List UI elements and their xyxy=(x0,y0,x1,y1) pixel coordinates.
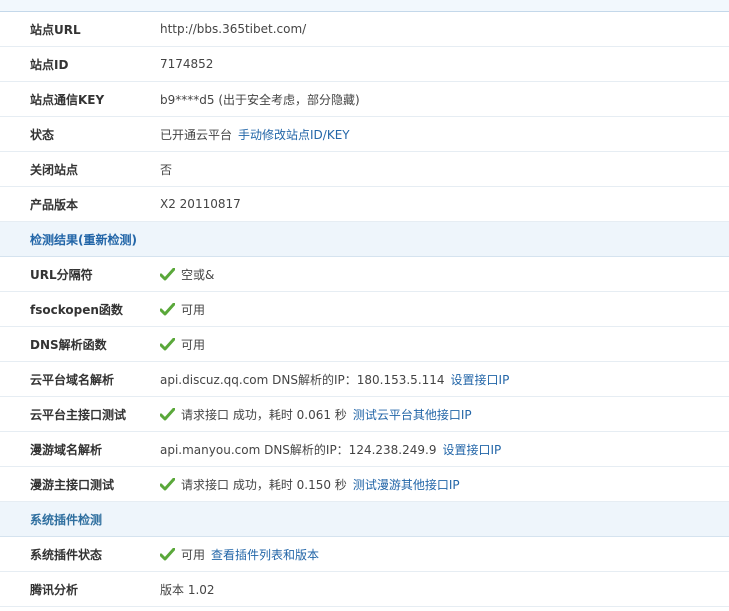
row-site-key: 站点通信KEY b9****d5 (出于安全考虑，部分隐藏) xyxy=(0,82,729,117)
dns-value: 可用 xyxy=(181,337,206,352)
row-cloud-dns: 云平台域名解析 api.discuz.qq.com DNS解析的IP：180.1… xyxy=(0,362,729,397)
site-id-value: 7174852 xyxy=(160,57,214,71)
row-tencent-analytics: 腾讯分析 版本 1.02 xyxy=(0,572,729,607)
cloud-dns-value: api.discuz.qq.com DNS解析的IP：180.153.5.114 xyxy=(160,372,445,387)
dns-label: DNS解析函数 xyxy=(30,337,107,352)
section-detect-results: 检测结果(重新检测) xyxy=(0,222,729,257)
cloud-dns-label: 云平台域名解析 xyxy=(30,372,115,387)
test-manyou-other-ip-link[interactable]: 测试漫游其他接口IP xyxy=(353,476,460,493)
check-icon xyxy=(160,547,175,560)
info-table: 站点URL http://bbs.365tibet.com/ 站点ID 7174… xyxy=(0,12,729,607)
edit-site-key-link[interactable]: 手动修改站点ID/KEY xyxy=(238,126,350,143)
manyou-api-label: 漫游主接口测试 xyxy=(30,477,115,492)
section-plugin-check: 系统插件检测 xyxy=(0,502,729,537)
set-cloud-ip-link[interactable]: 设置接口IP xyxy=(451,371,510,388)
check-icon xyxy=(160,407,175,420)
view-plugin-list-link[interactable]: 查看插件列表和版本 xyxy=(211,546,319,563)
fsockopen-value-group: 可用 xyxy=(160,301,205,318)
row-cloud-api: 云平台主接口测试 请求接口 成功，耗时 0.061 秒 测试云平台其他接口IP xyxy=(0,397,729,432)
row-site-url: 站点URL http://bbs.365tibet.com/ xyxy=(0,12,729,47)
top-bar xyxy=(0,0,729,12)
url-separator-value-group: 空或& xyxy=(160,266,214,283)
recheck-link[interactable]: 检测结果(重新检测) xyxy=(30,231,137,248)
row-site-id: 站点ID 7174852 xyxy=(0,47,729,82)
row-manyou-dns: 漫游域名解析 api.manyou.com DNS解析的IP：124.238.2… xyxy=(0,432,729,467)
url-separator-value: 空或& xyxy=(181,267,215,282)
row-close-site: 关闭站点 否 xyxy=(0,152,729,187)
check-icon xyxy=(160,267,175,280)
row-url-separator: URL分隔符 空或& xyxy=(0,257,729,292)
fsockopen-value: 可用 xyxy=(181,302,206,317)
row-product-version: 产品版本 X2 20110817 xyxy=(0,187,729,222)
check-icon xyxy=(160,477,175,490)
row-manyou-api: 漫游主接口测试 请求接口 成功，耗时 0.150 秒 测试漫游其他接口IP xyxy=(0,467,729,502)
manyou-api-value: 请求接口 成功，耗时 0.150 秒 xyxy=(181,477,347,492)
tencent-analytics-value: 版本 1.02 xyxy=(160,582,215,597)
product-version-value: X2 20110817 xyxy=(160,197,241,211)
test-cloud-other-ip-link[interactable]: 测试云平台其他接口IP xyxy=(353,406,472,423)
site-url-label: 站点URL xyxy=(30,22,81,37)
set-manyou-ip-link[interactable]: 设置接口IP xyxy=(442,441,501,458)
site-key-label: 站点通信KEY xyxy=(30,92,105,107)
tencent-analytics-label: 腾讯分析 xyxy=(30,582,79,597)
plugin-check-title: 系统插件检测 xyxy=(30,512,103,527)
site-key-value: b9****d5 (出于安全考虑，部分隐藏) xyxy=(160,92,360,107)
row-fsockopen: fsockopen函数 可用 xyxy=(0,292,729,327)
fsockopen-label: fsockopen函数 xyxy=(30,302,123,317)
dns-value-group: 可用 xyxy=(160,336,205,353)
plugin-status-value: 可用 xyxy=(181,547,206,562)
cloud-api-label: 云平台主接口测试 xyxy=(30,407,127,422)
plugin-status-label: 系统插件状态 xyxy=(30,547,103,562)
manyou-api-value-group: 请求接口 成功，耗时 0.150 秒 测试漫游其他接口IP xyxy=(160,476,460,493)
manyou-dns-value-group: api.manyou.com DNS解析的IP：124.238.249.9 设置… xyxy=(160,441,501,458)
status-value: 已开通云平台 xyxy=(160,127,233,142)
row-dns: DNS解析函数 可用 xyxy=(0,327,729,362)
page: 站点URL http://bbs.365tibet.com/ 站点ID 7174… xyxy=(0,0,729,611)
manyou-dns-value: api.manyou.com DNS解析的IP：124.238.249.9 xyxy=(160,442,437,457)
close-site-value: 否 xyxy=(160,162,173,177)
check-icon xyxy=(160,302,175,315)
plugin-status-value-group: 可用 查看插件列表和版本 xyxy=(160,546,319,563)
cloud-dns-value-group: api.discuz.qq.com DNS解析的IP：180.153.5.114… xyxy=(160,371,509,388)
check-icon xyxy=(160,337,175,350)
close-site-label: 关闭站点 xyxy=(30,162,79,177)
row-plugin-status: 系统插件状态 可用 查看插件列表和版本 xyxy=(0,537,729,572)
status-label: 状态 xyxy=(30,127,55,142)
product-version-label: 产品版本 xyxy=(30,197,79,212)
cloud-api-value-group: 请求接口 成功，耗时 0.061 秒 测试云平台其他接口IP xyxy=(160,406,472,423)
site-id-label: 站点ID xyxy=(30,57,69,72)
manyou-dns-label: 漫游域名解析 xyxy=(30,442,103,457)
cloud-api-value: 请求接口 成功，耗时 0.061 秒 xyxy=(181,407,347,422)
row-status: 状态 已开通云平台 手动修改站点ID/KEY xyxy=(0,117,729,152)
status-value-group: 已开通云平台 手动修改站点ID/KEY xyxy=(160,126,350,143)
site-url-value: http://bbs.365tibet.com/ xyxy=(160,22,307,36)
url-separator-label: URL分隔符 xyxy=(30,267,93,282)
